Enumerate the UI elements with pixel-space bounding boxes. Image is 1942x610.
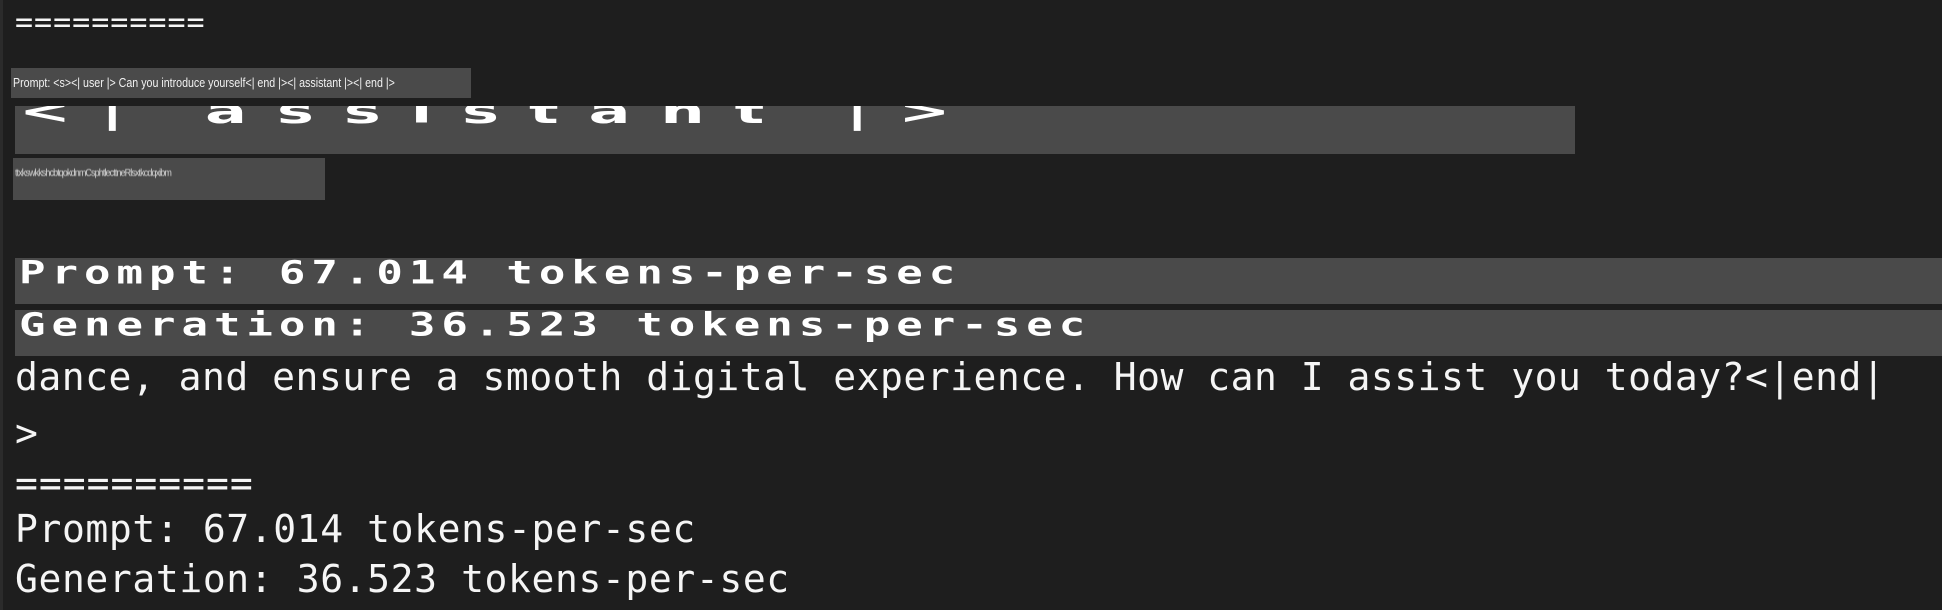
terminal-window: ========== Prompt: <s><| user |> Can you… bbox=[0, 0, 1942, 610]
prompt-text-highlight[interactable]: Prompt: <s><| user |> Can you introduce … bbox=[11, 68, 471, 98]
assistant-tag: <| assistant |> bbox=[19, 106, 981, 132]
assistant-tag-highlight[interactable]: <| assistant |> bbox=[15, 106, 1575, 154]
stretched-prompt-stat: Prompt: 67.014 tokens-per-sec bbox=[19, 258, 962, 292]
garbled-output-highlight[interactable]: ttxkswkkshcbtqokdnmCsphtlecttneRlsxtkcdq… bbox=[13, 158, 325, 200]
response-line-1[interactable]: dance, and ensure a smooth digital exper… bbox=[15, 352, 1885, 402]
stretched-generation-stat-highlight[interactable]: Generation: 36.523 tokens-per-sec bbox=[15, 310, 1942, 356]
separator-top: ========== bbox=[15, 5, 206, 40]
stretched-generation-stat: Generation: 36.523 tokens-per-sec bbox=[19, 310, 1092, 344]
generation-speed-stat[interactable]: Generation: 36.523 tokens-per-sec bbox=[15, 554, 790, 604]
prompt-speed-stat[interactable]: Prompt: 67.014 tokens-per-sec bbox=[15, 504, 696, 554]
stretched-prompt-stat-highlight[interactable]: Prompt: 67.014 tokens-per-sec bbox=[15, 258, 1942, 304]
prompt-text: Prompt: <s><| user |> Can you introduce … bbox=[13, 75, 395, 90]
response-line-2[interactable]: > bbox=[15, 408, 38, 458]
garbled-output: ttxkswkkshcbtqokdnmCsphtlecttneRlsxtkcdq… bbox=[15, 168, 172, 179]
separator-bottom: ========== bbox=[15, 461, 254, 505]
